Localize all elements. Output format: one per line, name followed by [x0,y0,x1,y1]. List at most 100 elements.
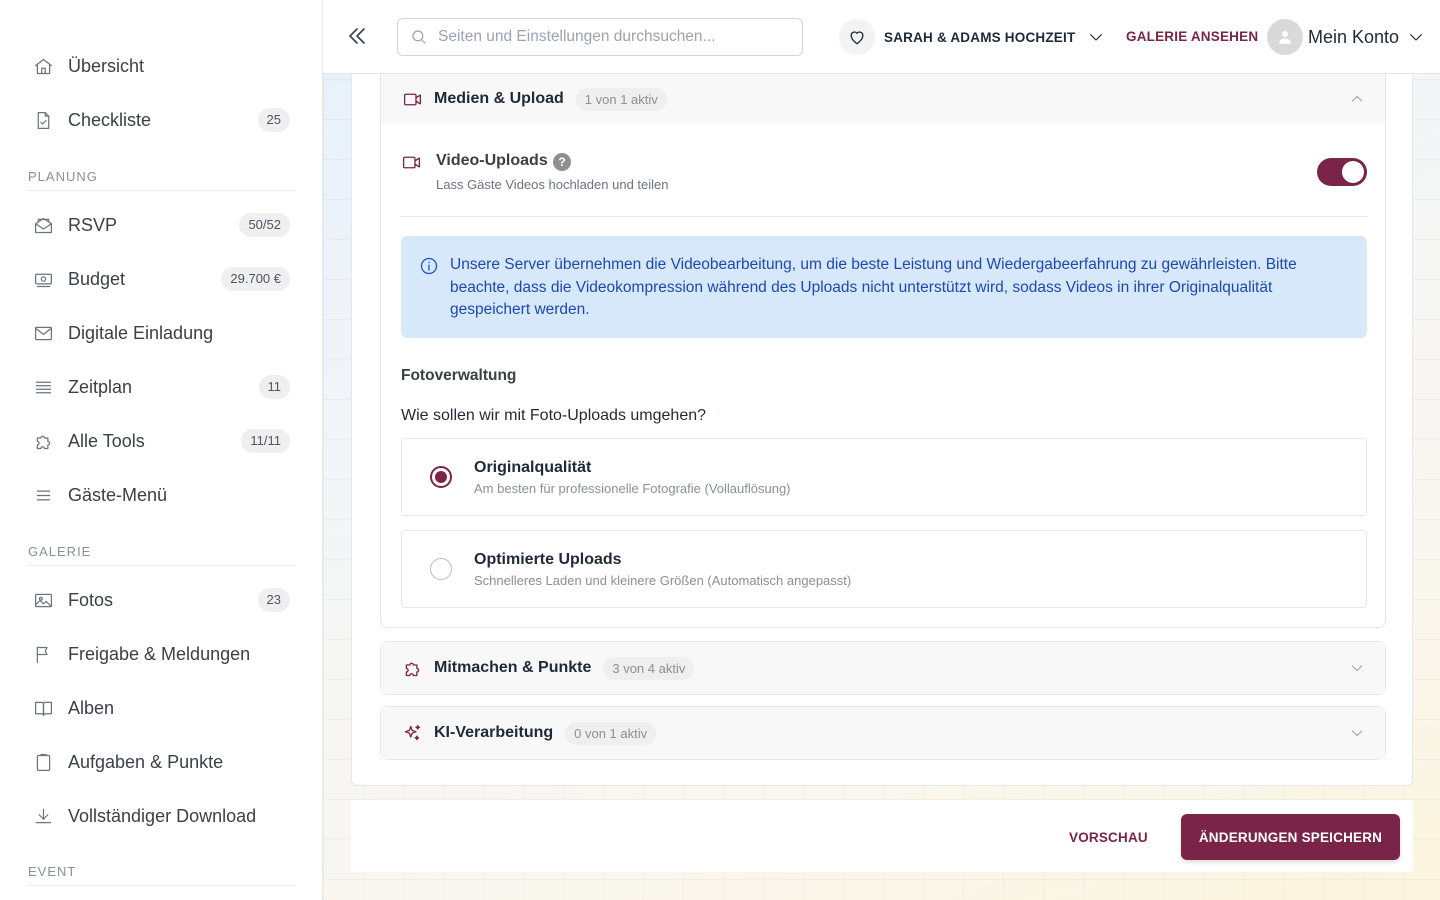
active-count-badge: 3 von 4 aktiv [603,656,695,680]
sidebar-item-rsvp[interactable]: RSVP 50/52 [28,205,290,245]
section-label-gallery: GALERIE [28,544,296,566]
sidebar-item-albums[interactable]: Alben [28,688,290,728]
media-upload-header[interactable]: Medien & Upload 1 von 1 aktiv [381,74,1385,124]
panel-title: Mitmachen & Punkte [434,659,592,676]
info-text: Unsere Server übernehmen die Videobearbe… [450,256,1297,318]
panel-title: Medien & Upload [434,90,564,107]
sidebar-item-photos[interactable]: Fotos 23 [28,580,290,620]
ai-processing-panel: KI-Verarbeitung 0 von 1 aktiv [380,706,1386,760]
search-field[interactable] [397,18,803,56]
download-icon [32,805,54,827]
clipboard-icon [32,751,54,773]
amount-badge: 29.700 € [221,267,290,291]
search-icon [412,30,426,44]
home-icon [32,55,54,77]
video-uploads-setting: Video-Uploads ? Lass Gäste Videos hochla… [401,152,1367,217]
sidebar-item-label: Checkliste [68,109,152,130]
sparkles-icon [401,722,423,744]
info-icon [419,256,439,276]
flag-icon [32,643,54,665]
video-camera-icon [401,88,423,110]
sidebar-item-digital-invitation[interactable]: Digitale Einladung [28,313,290,353]
video-camera-icon [401,152,423,174]
avatar [1267,19,1303,55]
sidebar-item-label: Fotos [68,589,114,610]
puzzle-icon [32,430,54,452]
sidebar-item-checklist[interactable]: Checkliste 25 [28,100,290,140]
sidebar-item-label: Vollständiger Download [68,805,257,826]
option-optimized-uploads[interactable]: Optimierte Uploads Schnelleres Laden und… [401,530,1367,608]
setting-description: Lass Gäste Videos hochladen und teilen [436,177,669,192]
option-description: Am besten für professionelle Fotografie … [474,481,791,496]
sidebar-item-label: Aufgaben & Punkte [68,751,224,772]
account-label: Mein Konto [1308,26,1400,47]
radio-unselected[interactable] [430,558,452,580]
photo-section-title: Fotoverwaltung [401,367,517,384]
video-uploads-toggle[interactable] [1317,158,1367,186]
banknote-icon [32,268,54,290]
action-bar: VORSCHAU ÄNDERUNGEN SPEICHERN [351,800,1413,872]
view-gallery-link[interactable]: GALERIE ANSEHEN [1126,29,1258,44]
sidebar-item-budget[interactable]: Budget 29.700 € [28,259,290,299]
sidebar-item-all-tools[interactable]: Alle Tools 11/11 [28,421,290,461]
chevron-down-icon [1407,28,1425,46]
image-icon [32,589,54,611]
count-badge: 50/52 [239,213,290,237]
help-icon[interactable]: ? [553,153,571,171]
section-label-planning: PLANUNG [28,169,296,191]
count-badge: 23 [257,588,290,612]
toggle-knob [1342,161,1364,183]
envelope-open-icon [32,214,54,236]
count-badge: 11 [258,375,290,399]
chevron-up-icon [1349,91,1365,107]
collapse-sidebar-button[interactable] [345,24,369,48]
search-input[interactable] [438,28,778,46]
sidebar-item-label: Zeitplan [68,376,133,397]
sidebar-item-schedule[interactable]: Zeitplan 11 [28,367,290,407]
book-icon [32,697,54,719]
sidebar-item-label: Übersicht [68,55,145,76]
save-changes-button[interactable]: ÄNDERUNGEN SPEICHERN [1181,814,1400,860]
sidebar-item-label: RSVP [68,214,118,235]
active-count-badge: 0 von 1 aktiv [565,721,657,745]
sidebar-item-label: Digitale Einladung [68,322,214,343]
photo-question: Wie sollen wir mit Foto-Uploads umgehen? [401,407,707,424]
sidebar-item-full-download[interactable]: Vollständiger Download [28,796,290,836]
list-icon [32,376,54,398]
sidebar-item-label: Alle Tools [68,430,145,451]
sidebar-item-label: Budget [68,268,126,289]
participation-points-header[interactable]: Mitmachen & Punkte 3 von 4 aktiv [381,642,1385,694]
account-menu[interactable]: Mein Konto [1267,18,1425,56]
chevron-down-icon [1087,28,1105,46]
sidebar-item-label: Freigabe & Meldungen [68,643,251,664]
double-chevron-left-icon [349,28,365,44]
radio-selected[interactable] [430,466,452,488]
ai-processing-header[interactable]: KI-Verarbeitung 0 von 1 aktiv [381,707,1385,759]
count-badge: 25 [257,108,290,132]
sidebar-item-guest-menu[interactable]: Gäste-Menü [28,475,290,515]
menu-icon [32,484,54,506]
option-title: Optimierte Uploads [474,551,622,568]
info-callout: Unsere Server übernehmen die Videobearbe… [401,236,1367,338]
event-switcher[interactable]: SARAH & ADAMS HOCHZEIT [839,19,1105,55]
option-original-quality[interactable]: Originalqualität Am besten für professio… [401,438,1367,516]
sidebar-item-tasks-points[interactable]: Aufgaben & Punkte [28,742,290,782]
preview-button[interactable]: VORSCHAU [1069,830,1148,845]
event-name: SARAH & ADAMS HOCHZEIT [884,29,1076,45]
sidebar: Übersicht Checkliste 25 PLANUNG RSVP 50/… [0,0,323,900]
participation-points-panel: Mitmachen & Punkte 3 von 4 aktiv [380,641,1386,695]
heart-icon [839,19,875,55]
panel-title: KI-Verarbeitung [434,724,554,741]
settings-card: Medien & Upload 1 von 1 aktiv Video-Uplo… [351,74,1413,786]
active-count-badge: 1 von 1 aktiv [575,87,667,111]
media-upload-panel: Medien & Upload 1 von 1 aktiv Video-Uplo… [380,74,1386,628]
section-label-event: EVENT [28,864,296,886]
sidebar-item-label: Alben [68,697,115,718]
count-badge: 11/11 [241,429,290,453]
mail-icon [32,322,54,344]
checklist-icon [32,109,54,131]
sidebar-item-approval-reports[interactable]: Freigabe & Meldungen [28,634,290,674]
user-icon [1279,31,1291,44]
sidebar-item-overview[interactable]: Übersicht [28,46,290,86]
top-bar: SARAH & ADAMS HOCHZEIT GALERIE ANSEHEN M… [323,0,1440,74]
